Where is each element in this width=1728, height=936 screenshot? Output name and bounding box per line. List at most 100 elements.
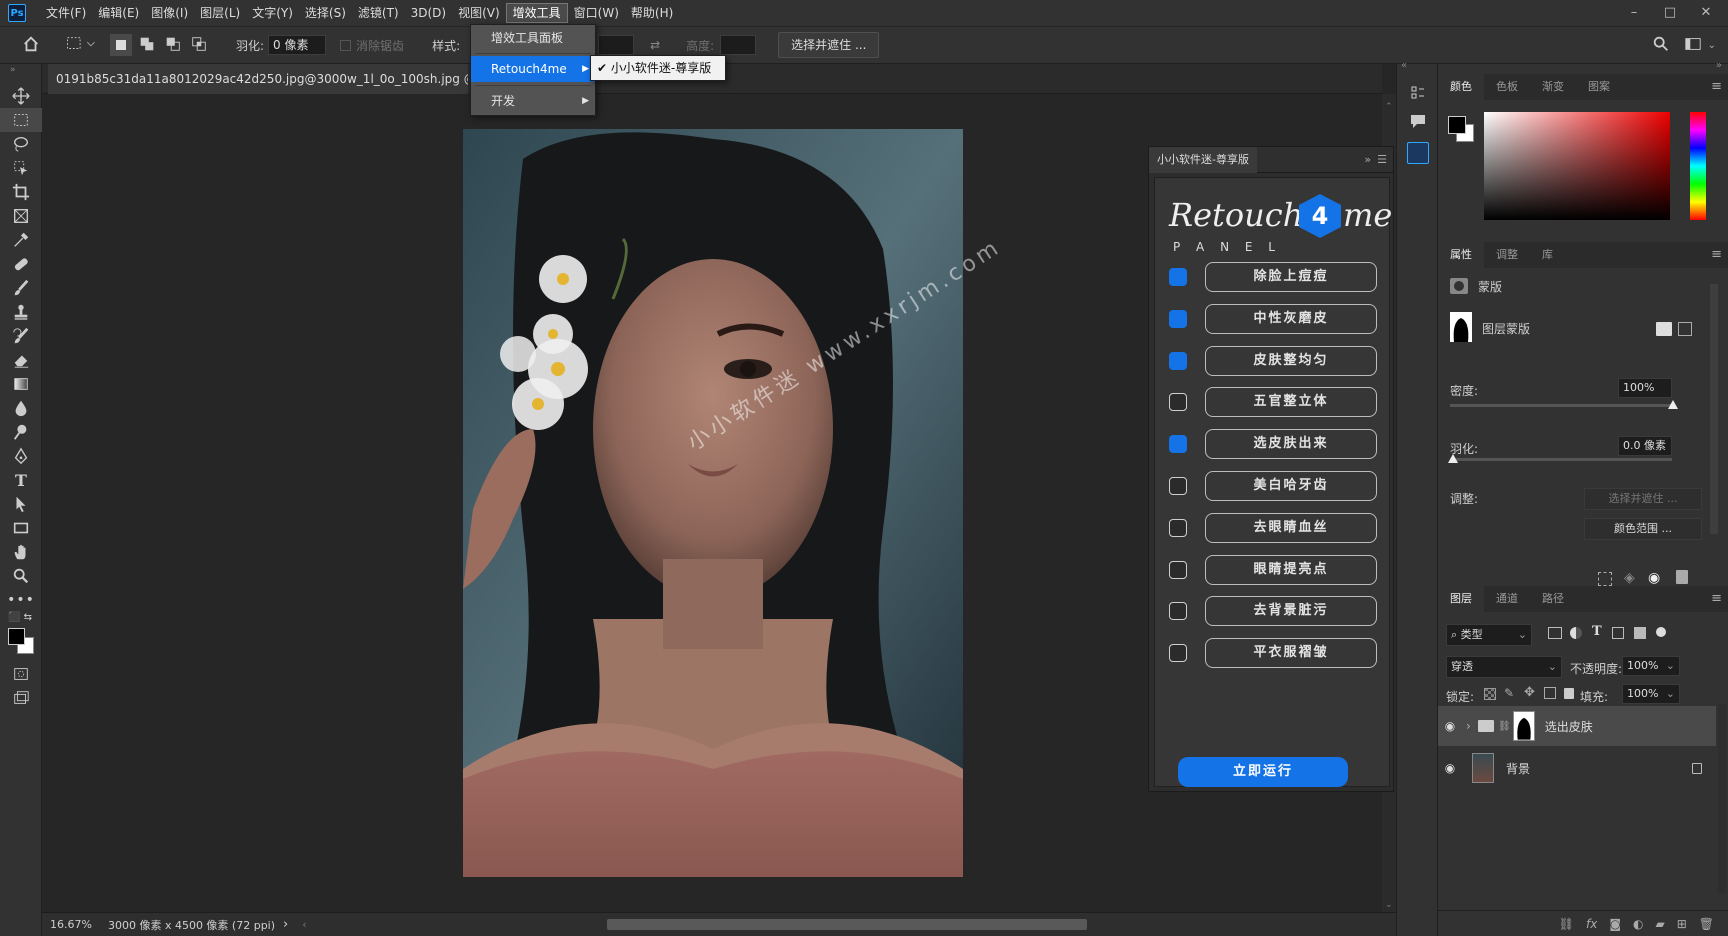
plugin-panel-icon[interactable] bbox=[1407, 142, 1429, 164]
density-slider-handle[interactable] bbox=[1668, 400, 1678, 409]
workspace-dropdown-icon[interactable]: ⌄ bbox=[1708, 40, 1716, 51]
visibility-eye-icon[interactable]: ◉ bbox=[1438, 761, 1462, 775]
filter-shape-icon[interactable] bbox=[1612, 627, 1624, 639]
home-icon[interactable] bbox=[22, 35, 42, 56]
subtract-selection-icon[interactable] bbox=[164, 35, 184, 56]
plugin-option-checkbox[interactable] bbox=[1169, 644, 1187, 662]
layer-row-background[interactable]: ◉ 背景 bbox=[1438, 748, 1716, 788]
plugin-option-checkbox[interactable] bbox=[1169, 352, 1187, 370]
plugin-option-checkbox[interactable] bbox=[1169, 477, 1187, 495]
menu-edit[interactable]: 编辑(E) bbox=[92, 0, 145, 26]
menu-help[interactable]: 帮助(H) bbox=[625, 0, 679, 26]
horizontal-scrollbar-thumb[interactable] bbox=[606, 919, 1087, 930]
quick-mask-icon[interactable] bbox=[0, 662, 42, 686]
more-tools-icon[interactable]: ••• bbox=[0, 588, 42, 612]
plugin-option-checkbox[interactable] bbox=[1169, 393, 1187, 411]
zoom-tool-icon[interactable] bbox=[0, 564, 42, 588]
crop-tool-icon[interactable] bbox=[0, 180, 42, 204]
menu-plugins[interactable]: 增效工具 bbox=[505, 3, 568, 23]
zoom-level[interactable]: 16.67% bbox=[50, 918, 92, 931]
delete-layer-icon[interactable]: 🗑 bbox=[1699, 917, 1714, 931]
plugin-tab[interactable]: 小小软件迷-尊享版 bbox=[1149, 146, 1257, 173]
menu-file[interactable]: 文件(F) bbox=[40, 0, 92, 26]
properties-select-mask-button[interactable]: 选择并遮住 ... bbox=[1584, 488, 1702, 510]
path-select-tool-icon[interactable] bbox=[0, 492, 42, 516]
lock-artboard-icon[interactable] bbox=[1544, 687, 1556, 699]
fx-icon[interactable]: fx bbox=[1586, 917, 1597, 931]
tab-color[interactable]: 颜色 bbox=[1438, 74, 1484, 100]
panel-collapse-icon[interactable]: » bbox=[1364, 153, 1371, 166]
hand-tool-icon[interactable] bbox=[0, 540, 42, 564]
workspace-icon[interactable] bbox=[1684, 35, 1704, 56]
lasso-tool-icon[interactable] bbox=[0, 132, 42, 156]
menu-layer[interactable]: 图层(L) bbox=[194, 0, 246, 26]
filter-type-icon[interactable]: T bbox=[1592, 624, 1602, 639]
history-panel-icon[interactable] bbox=[1409, 84, 1427, 102]
apply-mask-icon[interactable]: ◈ bbox=[1624, 570, 1635, 586]
color-field[interactable] bbox=[1484, 112, 1670, 220]
new-layer-icon[interactable]: ⊞ bbox=[1677, 917, 1687, 931]
menu-item-develop[interactable]: 开发 ▶ bbox=[471, 88, 595, 114]
panel-menu-icon[interactable]: ☰ bbox=[1377, 153, 1387, 166]
layers-panel-menu-icon[interactable]: ≡ bbox=[1711, 586, 1722, 612]
feather-slider-handle[interactable] bbox=[1448, 454, 1458, 463]
link-layers-icon[interactable]: ⛓ bbox=[1559, 917, 1574, 931]
properties-panel-menu-icon[interactable]: ≡ bbox=[1711, 242, 1722, 268]
hue-slider[interactable] bbox=[1690, 112, 1706, 220]
adjustment-layer-icon[interactable]: ◐ bbox=[1633, 917, 1643, 931]
width-input[interactable] bbox=[598, 35, 635, 55]
eraser-tool-icon[interactable] bbox=[0, 348, 42, 372]
color-range-button[interactable]: 颜色范围 ... bbox=[1584, 518, 1702, 540]
plugin-option-button[interactable]: 五官整立体 bbox=[1205, 387, 1377, 417]
maximize-button[interactable]: □ bbox=[1656, 0, 1684, 26]
history-brush-tool-icon[interactable] bbox=[0, 324, 42, 348]
visibility-eye-icon[interactable]: ◉ bbox=[1438, 719, 1462, 733]
tab-swatches[interactable]: 色板 bbox=[1484, 74, 1530, 100]
comments-panel-icon[interactable] bbox=[1409, 112, 1427, 130]
plugin-option-button[interactable]: 美白哈牙齿 bbox=[1205, 471, 1377, 501]
tab-paths[interactable]: 路径 bbox=[1530, 586, 1576, 612]
layer-row-group[interactable]: ◉ › ⛓ 选出皮肤 bbox=[1438, 706, 1716, 746]
brush-tool-icon[interactable] bbox=[0, 276, 42, 300]
filter-pixel-icon[interactable] bbox=[1548, 627, 1562, 639]
blend-mode-select[interactable]: 穿透 ⌄ bbox=[1446, 656, 1562, 678]
marquee-tool-icon[interactable] bbox=[0, 108, 42, 132]
delete-mask-icon[interactable] bbox=[1676, 570, 1688, 584]
marquee-preset-icon[interactable] bbox=[64, 35, 98, 56]
new-selection-icon[interactable] bbox=[110, 34, 132, 56]
type-tool-icon[interactable]: T bbox=[0, 468, 42, 492]
layer-filter-select[interactable]: ⌕ 类型 ⌄ bbox=[1446, 624, 1532, 646]
close-button[interactable]: ✕ bbox=[1692, 0, 1720, 26]
add-mask-icon[interactable]: ◙ bbox=[1609, 917, 1621, 931]
tab-properties[interactable]: 属性 bbox=[1438, 242, 1484, 268]
tab-layers[interactable]: 图层 bbox=[1438, 586, 1484, 612]
plugin-option-button[interactable]: 选皮肤出来 bbox=[1205, 429, 1377, 459]
visibility-eye-icon[interactable]: ◉ bbox=[1648, 570, 1660, 586]
feather-slider[interactable] bbox=[1450, 458, 1672, 461]
document-tab[interactable]: 0191b85c31da11a8012029ac42d250.jpg@3000w… bbox=[48, 64, 468, 94]
lock-all-icon[interactable] bbox=[1564, 688, 1574, 699]
menu-3d[interactable]: 3D(D) bbox=[405, 0, 452, 26]
retouch4me-submenu-item[interactable]: ✔ 小小软件迷-尊享版 bbox=[590, 55, 726, 81]
swap-colors-icon[interactable]: ⬛ ⇆ bbox=[0, 610, 42, 624]
layers-scrollbar[interactable] bbox=[1718, 704, 1726, 894]
menu-window[interactable]: 窗口(W) bbox=[568, 0, 625, 26]
properties-scrollbar[interactable] bbox=[1710, 284, 1718, 534]
filter-adjustment-icon[interactable] bbox=[1570, 627, 1582, 639]
plugin-option-button[interactable]: 平衣服褶皱 bbox=[1205, 638, 1377, 668]
frame-tool-icon[interactable] bbox=[0, 204, 42, 228]
menu-image[interactable]: 图像(I) bbox=[145, 0, 194, 26]
feather-input[interactable]: 0 像素 bbox=[268, 35, 327, 55]
menu-view[interactable]: 视图(V) bbox=[452, 0, 506, 26]
tab-patterns[interactable]: 图案 bbox=[1576, 74, 1622, 100]
move-tool-icon[interactable] bbox=[0, 84, 42, 108]
dodge-tool-icon[interactable] bbox=[0, 420, 42, 444]
screen-mode-icon[interactable] bbox=[0, 686, 42, 710]
plugin-option-checkbox[interactable] bbox=[1169, 268, 1187, 286]
lock-transparent-icon[interactable] bbox=[1484, 688, 1496, 700]
dock-collapse-icon[interactable]: « bbox=[1401, 60, 1407, 71]
scroll-left-arrow[interactable]: ‹ bbox=[302, 918, 306, 931]
plugin-option-checkbox[interactable] bbox=[1169, 435, 1187, 453]
blur-tool-icon[interactable] bbox=[0, 396, 42, 420]
search-icon[interactable] bbox=[1652, 35, 1672, 56]
